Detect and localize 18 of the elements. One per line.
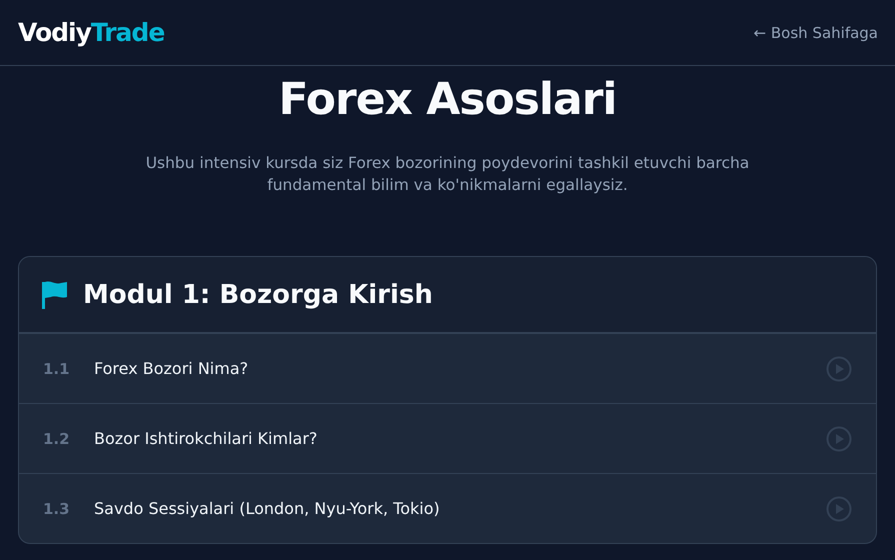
page-title: Forex Asoslari xyxy=(278,73,616,127)
play-icon[interactable] xyxy=(826,496,852,522)
lesson-row[interactable]: 1.3 Savdo Sessiyalari (London, Nyu-York, Tokio) xyxy=(19,473,876,543)
lesson-number: 1.3 xyxy=(43,500,71,518)
lesson-title: Bozor Ishtirokchilari Kimlar? xyxy=(94,429,318,448)
play-icon[interactable] xyxy=(826,426,852,452)
logo[interactable]: VodiyTrade xyxy=(18,18,164,47)
flag-icon xyxy=(41,280,69,310)
course-description: Ushbu intensiv kursda siz Forex bozorining poydevorini tashkil etuvchi barcha fundamental bilim va ko'nikmalarni egallaysiz. xyxy=(144,153,750,196)
lesson-number: 1.2 xyxy=(43,430,71,448)
module-title: Modul 1: Bozorga Kirish xyxy=(83,280,433,310)
lesson-row[interactable]: 1.2 Bozor Ishtirokchilari Kimlar? xyxy=(19,403,876,473)
lesson-row[interactable]: 1.1 Forex Bozori Nima? xyxy=(19,333,876,403)
lesson-title: Forex Bozori Nima? xyxy=(94,359,250,378)
back-home-link[interactable]: ← Bosh Sahifaga xyxy=(754,24,878,42)
lesson-number: 1.1 xyxy=(43,360,71,378)
lesson-title: Savdo Sessiyalari (London, Nyu-York, Tokio) xyxy=(94,499,441,518)
play-icon[interactable] xyxy=(826,356,852,382)
